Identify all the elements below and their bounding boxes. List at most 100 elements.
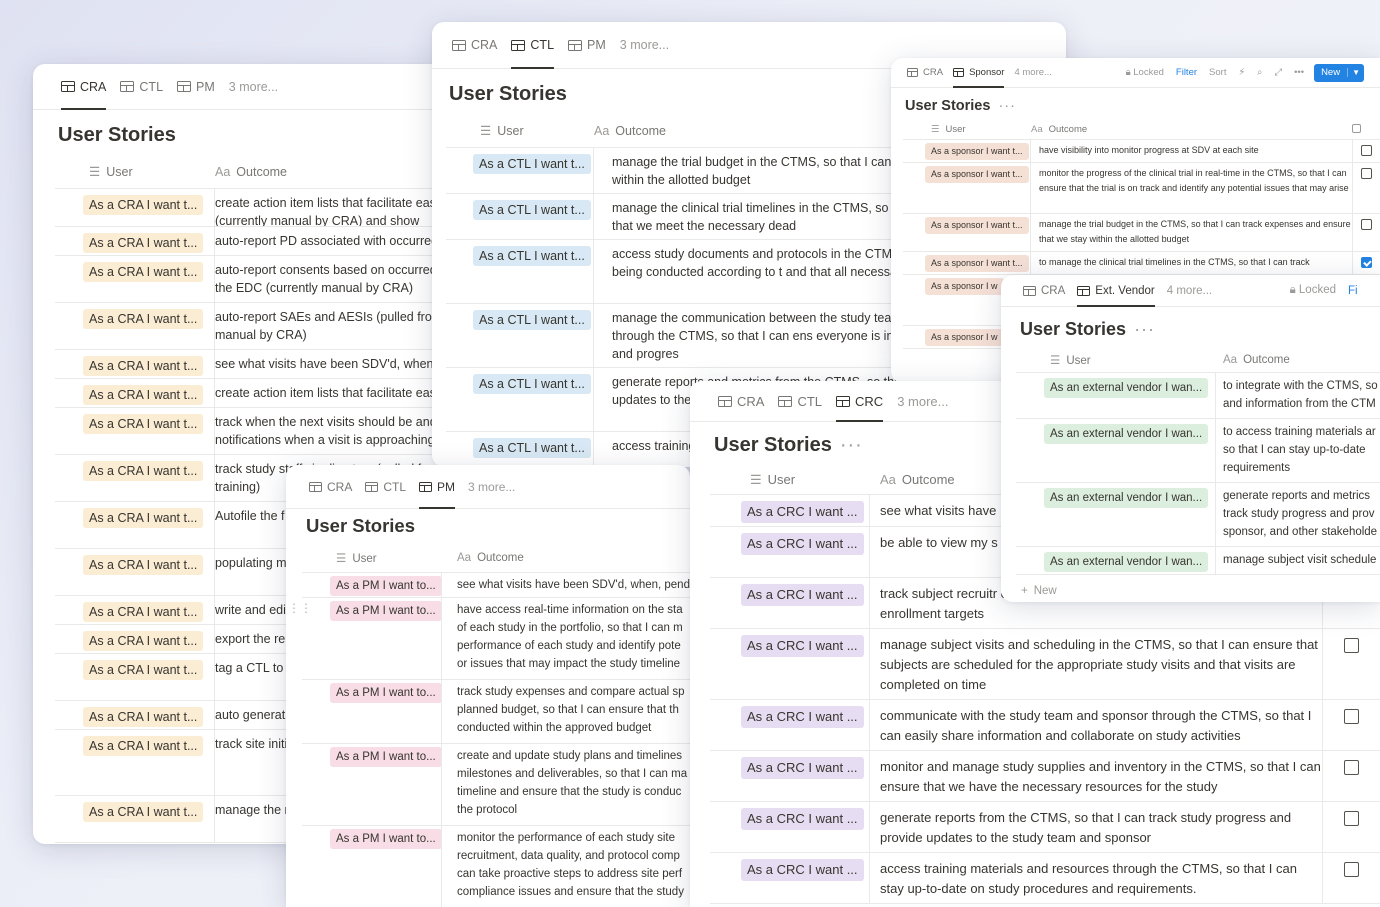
user-cell[interactable]: As a CRA I want t...: [55, 625, 215, 653]
outcome-cell[interactable]: monitor the performance of each study si…: [442, 826, 690, 907]
tab-crc[interactable]: CRC: [836, 381, 884, 422]
filter-button[interactable]: Filter: [1348, 285, 1358, 297]
outcome-cell[interactable]: auto-report SAEs and AESIs (pulled from …: [215, 303, 453, 349]
user-cell[interactable]: As a CRC I want ...: [710, 527, 870, 577]
tab-cra[interactable]: CRA: [718, 381, 764, 421]
done-checkbox[interactable]: [1361, 168, 1372, 179]
user-cell[interactable]: As a PM I want to...: [302, 744, 442, 825]
drag-handle-icon[interactable]: ⋮⋮: [288, 601, 312, 615]
table-row[interactable]: As a CRA I want t... auto-report SAEs and…: [55, 303, 453, 350]
user-cell[interactable]: As an external vendor I wan...: [1016, 547, 1216, 574]
table-row[interactable]: As a PM I want to... create and update st…: [302, 744, 690, 826]
user-cell[interactable]: As a CRA I want t...: [55, 596, 215, 624]
column-header-checkbox[interactable]: [1352, 123, 1380, 136]
tab-cra[interactable]: CRA: [61, 64, 107, 110]
table-row[interactable]: As an external vendor I wan... manage sub…: [1016, 547, 1380, 575]
table-row[interactable]: As a CRC I want ... access training mater…: [710, 853, 1380, 904]
user-cell[interactable]: As a CRC I want ...: [710, 700, 870, 750]
tab-ctl[interactable]: CTL: [120, 64, 163, 109]
filter-button[interactable]: Filter: [1176, 67, 1197, 78]
outcome-cell[interactable]: generate reports and metrics track study…: [1216, 483, 1380, 546]
done-checkbox[interactable]: [1344, 709, 1359, 724]
outcome-cell[interactable]: to manage the clinical trial timelines i…: [1031, 252, 1352, 274]
tab-ctl[interactable]: CTL: [511, 22, 554, 69]
table-row[interactable]: As a CRC I want ... communicate with the …: [710, 700, 1380, 751]
user-cell[interactable]: As a PM I want to...: [302, 573, 442, 597]
outcome-cell[interactable]: monitor the progress of the clinical tri…: [1031, 163, 1352, 213]
user-cell[interactable]: As a CRA I want t...: [55, 796, 215, 842]
outcome-cell[interactable]: see what visits have been SDV'd, when, p…: [442, 573, 690, 597]
table-row[interactable]: As an external vendor I wan... to integra…: [1016, 373, 1380, 419]
tab-sponsor[interactable]: Sponsor: [953, 58, 1005, 88]
column-header-user[interactable]: ☰ User: [1016, 353, 1216, 367]
more-options-icon[interactable]: ···: [998, 98, 1016, 114]
outcome-cell[interactable]: create and update study plans and timeli…: [442, 744, 690, 825]
user-cell[interactable]: As a CTL I want t...: [446, 304, 594, 367]
user-cell[interactable]: As a CTL I want t...: [446, 194, 594, 239]
table-row[interactable]: As a CRA I want t... auto-report consents…: [55, 256, 453, 303]
new-button[interactable]: New ▼: [1314, 63, 1364, 82]
outcome-cell[interactable]: manage subject visit schedule: [1216, 547, 1380, 574]
user-cell[interactable]: As an external vendor I wan...: [1016, 483, 1216, 546]
outcome-cell[interactable]: to access training materials ar so that …: [1216, 419, 1380, 482]
user-cell[interactable]: As a PM I want to...: [302, 826, 442, 907]
column-header-user[interactable]: ☰ User: [710, 472, 870, 488]
user-cell[interactable]: As a CRA I want t...: [55, 455, 215, 501]
sort-button[interactable]: Sort: [1209, 67, 1226, 78]
add-new-row-button[interactable]: + New: [1021, 585, 1380, 597]
table-row[interactable]: As a PM I want to... see what visits have…: [302, 573, 690, 598]
tab-cra[interactable]: CRA: [907, 58, 943, 87]
table-row[interactable]: As a CRA I want t... see what visits have…: [55, 350, 453, 379]
user-cell[interactable]: As a CRC I want ...: [710, 751, 870, 801]
column-header-outcome[interactable]: Aa Outcome: [1216, 354, 1380, 366]
expand-icon[interactable]: ⤢: [1274, 67, 1282, 78]
table-row[interactable]: As a PM I want to... track study expenses…: [302, 680, 690, 744]
done-checkbox[interactable]: [1344, 638, 1359, 653]
user-cell[interactable]: As a sponsor I want t...: [903, 214, 1031, 251]
column-header-user[interactable]: ☰ User: [903, 124, 1031, 135]
locked-indicator[interactable]: 🔒︎ Locked: [1126, 67, 1164, 78]
table-row[interactable]: As a CRC I want ... manage subject visits…: [710, 629, 1380, 700]
user-cell[interactable]: As a sponsor I want t...: [903, 163, 1031, 213]
table-row[interactable]: As a CRA I want t... auto-report PD assoc…: [55, 227, 453, 256]
table-row[interactable]: As an external vendor I wan... generate r…: [1016, 483, 1380, 547]
table-row[interactable]: As a CRA I want t... track when the next …: [55, 408, 453, 455]
tab-ctl[interactable]: CTL: [365, 465, 406, 508]
outcome-cell[interactable]: access training materials and resources …: [870, 853, 1322, 903]
automation-icon[interactable]: ⚡︎: [1238, 67, 1245, 78]
user-cell[interactable]: As a CTL I want t...: [446, 368, 594, 431]
done-checkbox[interactable]: [1344, 862, 1359, 877]
table-row[interactable]: As a CRC I want ... monitor and manage st…: [710, 751, 1380, 802]
table-row[interactable]: As a CRA I want t... create action item l…: [55, 379, 453, 408]
user-cell[interactable]: As a CRA I want t...: [55, 350, 215, 378]
user-cell[interactable]: As a sponsor I want t...: [903, 140, 1031, 162]
user-cell[interactable]: As a CRC I want ...: [710, 853, 870, 903]
tab-pm[interactable]: PM: [568, 22, 606, 68]
search-icon[interactable]: ⌕: [1257, 67, 1262, 78]
outcome-cell[interactable]: track study expenses and compare actual …: [442, 680, 690, 743]
column-header-user[interactable]: ☰ User: [302, 551, 442, 565]
more-views-button[interactable]: 3 more...: [229, 64, 278, 109]
user-cell[interactable]: As an external vendor I wan...: [1016, 419, 1216, 482]
table-row[interactable]: As a CRA I want t... create action item l…: [55, 189, 453, 227]
tab-pm[interactable]: PM: [419, 465, 456, 509]
done-checkbox[interactable]: [1344, 811, 1359, 826]
user-cell[interactable]: As a CRC I want ...: [710, 578, 870, 628]
outcome-cell[interactable]: auto-report PD associated with occurred: [215, 227, 453, 255]
tab-ext-vendor[interactable]: Ext. Vendor: [1077, 275, 1156, 307]
more-options-icon[interactable]: ···: [840, 434, 863, 456]
user-cell[interactable]: As an external vendor I wan...: [1016, 373, 1216, 418]
table-row[interactable]: As a sponsor I want t... to manage the cl…: [903, 252, 1380, 275]
column-header-outcome[interactable]: Aa Outcome: [1031, 124, 1352, 135]
table-row[interactable]: As an external vendor I wan... to access …: [1016, 419, 1380, 483]
more-views-button[interactable]: 3 more...: [468, 465, 515, 508]
done-checkbox[interactable]: [1344, 760, 1359, 775]
user-cell[interactable]: As a CRA I want t...: [55, 701, 215, 729]
outcome-cell[interactable]: have access real-time information on the…: [442, 598, 690, 679]
user-cell[interactable]: As a CRA I want t...: [55, 408, 215, 454]
more-views-button[interactable]: 4 more...: [1167, 275, 1212, 306]
outcome-cell[interactable]: track when the next visits should be and…: [215, 408, 453, 454]
column-header-user[interactable]: ☰ User: [446, 123, 594, 138]
outcome-cell[interactable]: create action item lists that facilitate…: [215, 379, 453, 407]
outcome-cell[interactable]: manage subject visits and scheduling in …: [870, 629, 1322, 699]
